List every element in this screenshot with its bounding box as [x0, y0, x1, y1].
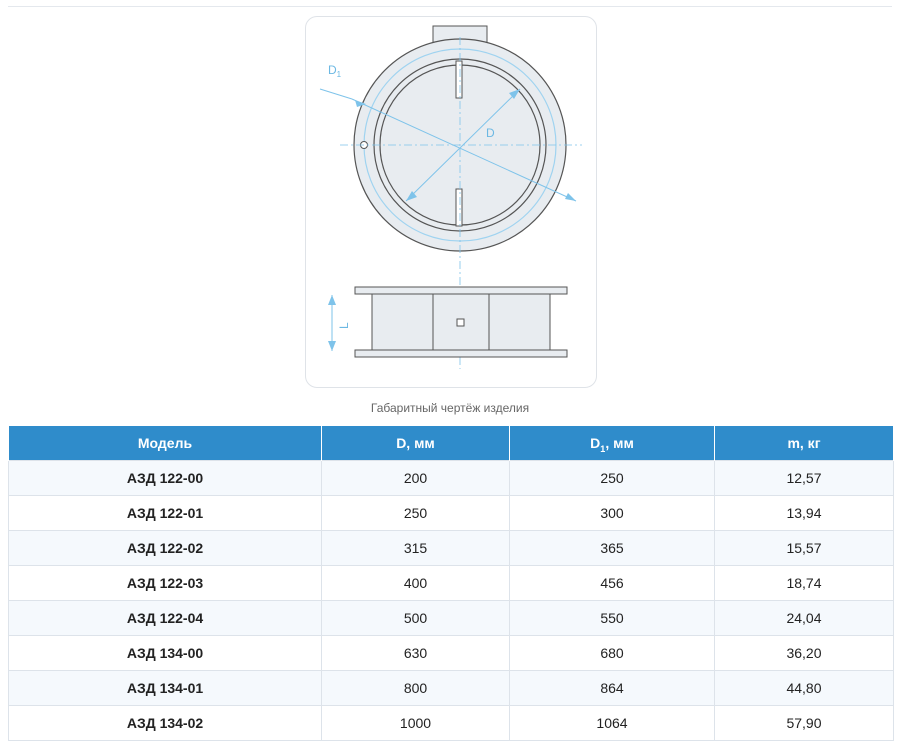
- table-row: АЗД 134-00 630 680 36,20: [8, 635, 894, 671]
- cell-d1: 250: [509, 460, 715, 496]
- cell-mass: 24,04: [714, 600, 894, 636]
- cell-mass: 13,94: [714, 495, 894, 531]
- d1-arrow-right: [565, 193, 576, 201]
- cell-d1: 365: [509, 530, 715, 566]
- cell-mass: 44,80: [714, 670, 894, 706]
- table-row: АЗД 134-02 1000 1064 57,90: [8, 705, 894, 741]
- cell-model: АЗД 134-01: [8, 670, 322, 706]
- cell-d: 630: [321, 635, 510, 671]
- d1-leader: [319, 88, 353, 100]
- spec-table: Модель D, мм D1, мм m, кг АЗД 122-00 200…: [8, 426, 894, 741]
- header-model: Модель: [8, 426, 322, 461]
- cell-mass: 36,20: [714, 635, 894, 671]
- header-d1: D1, мм: [509, 426, 715, 461]
- table-row: АЗД 122-04 500 550 24,04: [8, 600, 894, 636]
- cell-model: АЗД 122-04: [8, 600, 322, 636]
- table-row: АЗД 122-03 400 456 18,74: [8, 565, 894, 601]
- cell-model: АЗД 134-02: [8, 705, 322, 741]
- cell-d: 315: [321, 530, 510, 566]
- cell-d: 250: [321, 495, 510, 531]
- side-bottom-flange: [354, 349, 568, 358]
- side-square-mark: [456, 318, 465, 327]
- cell-model: АЗД 122-01: [8, 495, 322, 531]
- cell-model: АЗД 122-03: [8, 565, 322, 601]
- table-row: АЗД 122-02 315 365 15,57: [8, 530, 894, 566]
- cell-d1: 550: [509, 600, 715, 636]
- cell-d: 400: [321, 565, 510, 601]
- cell-d: 1000: [321, 705, 510, 741]
- cell-d: 200: [321, 460, 510, 496]
- dimension-drawing-card: D1 D L: [305, 16, 597, 388]
- table-row: АЗД 122-01 250 300 13,94: [8, 495, 894, 531]
- side-top-flange: [354, 286, 568, 295]
- label-d1: D1: [328, 63, 342, 79]
- l-arrow-top: [328, 295, 336, 305]
- dimension-drawing: D1 D L: [319, 25, 582, 369]
- cell-d1: 300: [509, 495, 715, 531]
- slot-bottom: [455, 188, 463, 227]
- cell-model: АЗД 134-00: [8, 635, 322, 671]
- label-l: L: [337, 322, 351, 329]
- cell-mass: 12,57: [714, 460, 894, 496]
- cell-d1: 456: [509, 565, 715, 601]
- top-divider: [8, 6, 892, 7]
- table-row: АЗД 122-00 200 250 12,57: [8, 460, 894, 496]
- table-header-row: Модель D, мм D1, мм m, кг: [8, 426, 894, 461]
- slot-top: [455, 60, 463, 99]
- drawing-caption: Габаритный чертёж изделия: [370, 401, 530, 415]
- l-arrow-bottom: [328, 341, 336, 351]
- table-row: АЗД 134-01 800 864 44,80: [8, 670, 894, 706]
- cell-d1: 680: [509, 635, 715, 671]
- cell-mass: 18,74: [714, 565, 894, 601]
- cell-d1: 1064: [509, 705, 715, 741]
- cell-mass: 57,90: [714, 705, 894, 741]
- cell-d: 500: [321, 600, 510, 636]
- header-d: D, мм: [321, 426, 510, 461]
- cell-model: АЗД 122-02: [8, 530, 322, 566]
- header-mass: m, кг: [714, 426, 894, 461]
- label-d: D: [486, 126, 495, 140]
- cell-d1: 864: [509, 670, 715, 706]
- cell-d: 800: [321, 670, 510, 706]
- cell-mass: 15,57: [714, 530, 894, 566]
- cell-model: АЗД 122-00: [8, 460, 322, 496]
